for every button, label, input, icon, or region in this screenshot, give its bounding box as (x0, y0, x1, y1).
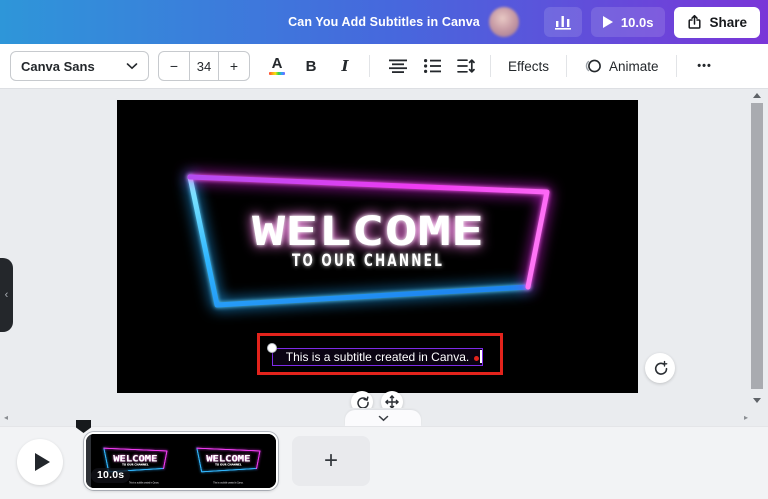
scroll-down-arrow-icon[interactable] (753, 398, 761, 403)
font-size-increase-button[interactable]: + (219, 52, 249, 80)
timeline-collapse-tab[interactable] (345, 410, 421, 426)
clip-duration-badge: 10.0s (91, 468, 130, 483)
text-align-button[interactable] (383, 50, 413, 82)
bold-button[interactable]: B (296, 50, 326, 82)
selection-handle[interactable] (267, 343, 277, 353)
text-toolbar: Canva Sans − 34 + A B I (0, 44, 768, 89)
thumb-caption: This is a subtitle created in Canva. (213, 480, 243, 484)
share-label: Share (709, 15, 747, 30)
italic-button[interactable]: I (330, 50, 360, 82)
subtitle-text: This is a subtitle created in Canva. (286, 350, 469, 364)
scroll-left-arrow-icon[interactable]: ◂ (4, 413, 8, 422)
move-icon (385, 395, 399, 409)
font-size-value[interactable]: 34 (189, 52, 219, 80)
text-caret (480, 350, 482, 363)
text-color-button[interactable]: A (262, 50, 292, 82)
toolbar-divider (676, 55, 677, 77)
share-upload-icon (687, 14, 702, 30)
subtitle-text-box[interactable]: This is a subtitle created in Canva. (272, 348, 483, 366)
thumb-caption: This is a subtitle created in Canva. (129, 480, 159, 484)
vertical-scrollbar-thumb[interactable] (751, 103, 763, 389)
bar-chart-icon (554, 14, 572, 30)
preview-duration: 10.0s (621, 15, 654, 30)
line-spacing-icon (457, 59, 475, 73)
neon-subtitle-text[interactable]: TO OUR CHANNEL (292, 251, 444, 271)
text-color-letter: A (272, 57, 283, 71)
toolbar-divider (490, 55, 491, 77)
sidebar-expand-tab[interactable]: ‹ (0, 258, 13, 332)
chevron-down-icon (378, 415, 389, 422)
thumb-neon-subtitle: TO OUR CHANNEL (215, 462, 242, 466)
add-page-button[interactable]: + (292, 436, 370, 486)
animate-label: Animate (609, 59, 659, 74)
thumb-neon-title: WELCOME (206, 453, 250, 463)
more-options-button[interactable]: ••• (690, 50, 720, 82)
play-icon (603, 16, 613, 28)
canva-video-editor: Can You Add Subtitles in Canva 10.0s (0, 0, 768, 499)
chevron-down-icon (126, 62, 138, 70)
thumbnail-neon-graphic: WELCOME TO OUR CHANNEL This is a subtitl… (184, 434, 276, 488)
neon-title-text[interactable]: WELCOME (252, 209, 484, 255)
scroll-up-arrow-icon[interactable] (753, 93, 761, 98)
rotate-plus-icon (652, 360, 669, 377)
thumb-neon-subtitle: TO OUR CHANNEL (122, 462, 149, 466)
font-family-select[interactable]: Canva Sans (10, 51, 149, 81)
bullet-list-button[interactable] (417, 50, 447, 82)
font-size-decrease-button[interactable]: − (159, 52, 189, 80)
font-family-value: Canva Sans (21, 59, 95, 74)
toolbar-divider (566, 55, 567, 77)
effects-button[interactable]: Effects (500, 50, 557, 82)
collaborator-cursor-dot (474, 356, 479, 361)
video-page-canvas[interactable]: WELCOME TO OUR CHANNEL This is a subtitl… (117, 100, 638, 393)
play-icon (35, 453, 50, 471)
top-bar-actions: 10.0s Share (489, 7, 760, 38)
scroll-right-arrow-icon[interactable]: ▸ (744, 413, 748, 422)
design-title[interactable]: Can You Add Subtitles in Canva (288, 15, 480, 29)
animate-icon (584, 58, 602, 74)
thumb-neon-title: WELCOME (113, 453, 157, 463)
rotate-plus-button[interactable] (645, 353, 675, 383)
align-center-icon (389, 59, 407, 73)
clip-thumbnail: WELCOME TO OUR CHANNEL This is a subtitl… (184, 434, 276, 488)
playhead-marker[interactable] (76, 420, 91, 433)
line-spacing-button[interactable] (451, 50, 481, 82)
video-clip[interactable]: WELCOME TO OUR CHANNEL This is a subtitl… (84, 432, 278, 490)
preview-play-button[interactable]: 10.0s (591, 7, 666, 37)
chevron-left-icon: ‹ (5, 289, 9, 301)
top-bar: Can You Add Subtitles in Canva 10.0s (0, 0, 768, 44)
canvas-workspace: WELCOME TO OUR CHANNEL This is a subtitl… (0, 89, 768, 426)
toolbar-divider (369, 55, 370, 77)
rotate-icon (356, 396, 369, 409)
bullet-list-icon (424, 59, 441, 73)
rainbow-color-bar (269, 72, 285, 76)
avatar[interactable] (489, 7, 519, 37)
timeline-panel: WELCOME TO OUR CHANNEL This is a subtitl… (0, 426, 768, 499)
font-size-stepper: − 34 + (158, 51, 250, 81)
timeline-play-button[interactable] (17, 439, 63, 485)
animate-button[interactable]: Animate (576, 50, 667, 82)
share-button[interactable]: Share (674, 7, 760, 38)
insights-button[interactable] (544, 7, 582, 37)
